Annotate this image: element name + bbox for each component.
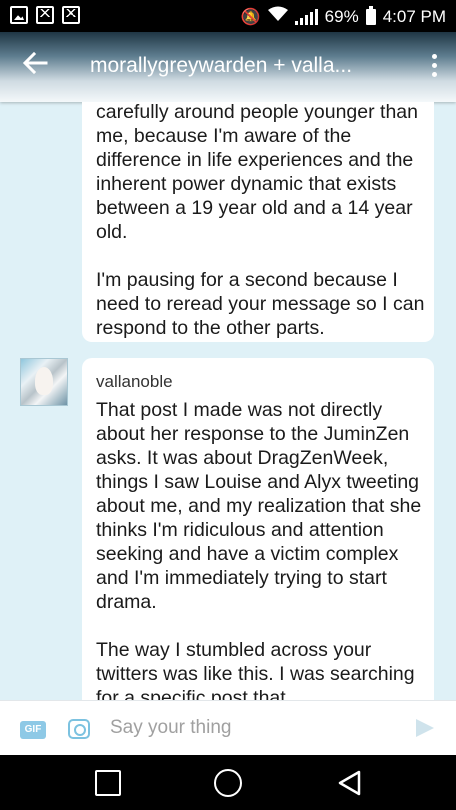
gif-button[interactable]: GIF — [20, 721, 46, 739]
message-paragraph: I'm pausing for a second because I need … — [96, 269, 425, 339]
message-text: That post I made was not directly about … — [96, 398, 426, 700]
message-paragraph: That post I made was not directly about … — [96, 399, 422, 613]
conversation-title: morallygreywarden + valla... — [90, 54, 353, 77]
message-paragraph: carefully around people younger than me,… — [96, 102, 418, 243]
clock: 4:07 PM — [382, 6, 446, 26]
android-nav-bar — [0, 755, 456, 810]
mail-notification-icon-2 — [62, 6, 80, 24]
camera-icon[interactable] — [68, 719, 90, 739]
battery-icon — [365, 5, 376, 25]
mail-notification-icon — [36, 6, 54, 24]
app-bar: morallygreywarden + valla... — [0, 32, 456, 102]
signal-icon — [294, 8, 318, 25]
mute-icon: 🔕 — [240, 8, 261, 26]
message-bubble: carefully around people younger than me,… — [82, 102, 434, 342]
overflow-menu-icon[interactable] — [430, 54, 438, 78]
back-arrow-icon[interactable] — [20, 50, 50, 80]
system-icons: 🔕 69% 4:07 PM — [240, 5, 446, 27]
home-button[interactable] — [214, 769, 242, 797]
recents-button[interactable] — [95, 770, 121, 796]
notification-icons — [10, 6, 80, 24]
message-bubble: vallanoble That post I made was not dire… — [82, 358, 434, 700]
nav-back-button[interactable] — [336, 769, 364, 797]
compose-bar: GIF — [0, 700, 456, 756]
image-notification-icon — [10, 6, 28, 24]
avatar[interactable] — [20, 358, 68, 406]
message-paragraph: The way I stumbled across your twitters … — [96, 639, 415, 700]
battery-percent: 69% — [324, 6, 359, 26]
send-icon[interactable] — [416, 719, 434, 737]
sender-name[interactable]: vallanoble — [96, 372, 173, 392]
wifi-icon — [267, 6, 288, 27]
status-bar: 🔕 69% 4:07 PM — [0, 0, 456, 32]
message-text: carefully around people younger than me,… — [96, 102, 426, 364]
message-input[interactable] — [110, 715, 390, 741]
message-list[interactable]: carefully around people younger than me,… — [0, 102, 456, 700]
